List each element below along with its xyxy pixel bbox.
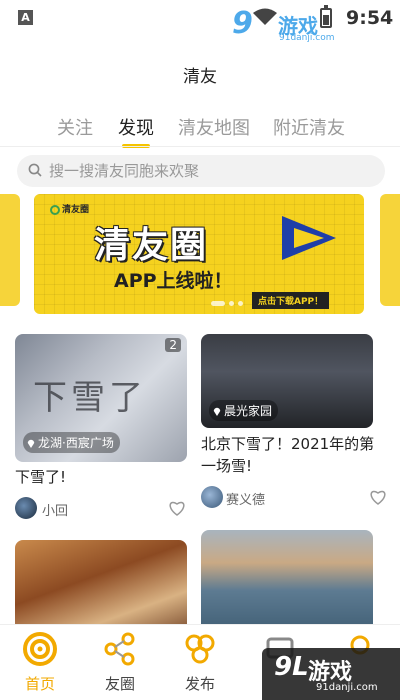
snow-writing-graphic: 下雪了: [33, 378, 147, 418]
location-pin-icon: [213, 407, 221, 416]
banner-slide[interactable]: 清友圈 清友圈 APP上线啦！ 点击下载APP！: [34, 194, 364, 314]
watermark-bottom: 9L 游戏 91danji.com: [262, 648, 400, 700]
tab-nearby[interactable]: 附近清友: [273, 114, 345, 140]
banner-logo-text: 清友圈: [62, 205, 90, 215]
feed-card[interactable]: 下雪了 2 龙湖·西宸广场 下雪了! 小回: [15, 334, 187, 524]
post-title[interactable]: 北京下雪了！2021年的第一场雪!: [201, 433, 385, 477]
station-photo[interactable]: 晨光家园: [201, 334, 373, 428]
carousel-dot: [229, 301, 234, 306]
location-tag[interactable]: 晨光家园: [209, 400, 279, 421]
banner-prev-slide[interactable]: [0, 194, 20, 306]
watermark-url: 91danji.com: [279, 33, 335, 43]
nav-label: 发布: [184, 675, 215, 693]
watermark-top: 9 游戏 91danji.com: [232, 6, 335, 46]
decorative-triangle-icon: [282, 216, 336, 260]
share-swirl-icon: [104, 632, 135, 666]
nav-home[interactable]: 首页: [0, 625, 80, 700]
banner-subline: APP上线啦！: [114, 270, 233, 292]
tab-friend-map[interactable]: 清友地图: [178, 114, 250, 140]
like-heart-icon[interactable]: [168, 500, 186, 516]
location-text: 龙湖·西宸广场: [38, 436, 114, 450]
location-pin-icon: [27, 439, 35, 448]
carousel-dot-active: [211, 301, 225, 306]
app-screen: A 9:54 9 游戏 91danji.com 清友 关注 发现 清友地图 附近…: [0, 0, 400, 700]
nav-publish[interactable]: 发布: [160, 625, 240, 700]
search-bar[interactable]: [17, 155, 385, 187]
watermark-url: 91danji.com: [316, 682, 378, 693]
carousel-dot: [238, 301, 243, 306]
page-title: 清友: [183, 67, 217, 87]
nav-friends[interactable]: 友圈: [80, 625, 160, 700]
divider: [0, 146, 400, 147]
tab-discover[interactable]: 发现: [118, 114, 154, 140]
publish-swirl-icon: [185, 634, 215, 664]
banner-next-slide[interactable]: [380, 194, 400, 306]
banner-carousel[interactable]: 清友圈 清友圈 APP上线啦！ 点击下载APP！: [0, 194, 400, 318]
avatar[interactable]: [201, 486, 223, 508]
snow-writing-photo[interactable]: 下雪了 2 龙湖·西宸广场: [15, 334, 187, 462]
nav-label: 友圈: [104, 675, 135, 693]
like-heart-icon[interactable]: [369, 489, 387, 505]
banner-headline: 清友圈: [94, 225, 209, 266]
search-input[interactable]: [49, 155, 369, 187]
status-bar: A 9:54: [0, 0, 400, 38]
watermark-number: 9: [232, 6, 253, 41]
avatar[interactable]: [15, 497, 37, 519]
tab-follow[interactable]: 关注: [57, 114, 93, 140]
nav-label: 首页: [24, 675, 55, 693]
carousel-dots: [211, 301, 261, 307]
post-title[interactable]: 下雪了!: [15, 466, 187, 488]
notification-icon: A: [18, 10, 33, 25]
image-count-badge: 2: [165, 338, 181, 352]
location-text: 晨光家园: [224, 404, 273, 418]
search-icon: [28, 163, 42, 177]
banner-logo: 清友圈: [50, 202, 89, 215]
tab-bar: 关注 发现 清友地图 附近清友: [0, 114, 400, 148]
logo-icon: [50, 204, 60, 215]
author-name[interactable]: 小回: [42, 500, 68, 519]
banner-download-cta[interactable]: 点击下载APP！: [252, 292, 330, 309]
watermark-number: 9L: [274, 652, 309, 682]
author-name[interactable]: 赛义德: [226, 489, 265, 508]
home-swirl-icon: [23, 632, 57, 666]
feed-card[interactable]: 晨光家园 北京下雪了！2021年的第一场雪! 赛义德: [201, 334, 387, 514]
status-time: 9:54: [346, 7, 394, 29]
location-tag[interactable]: 龙湖·西宸广场: [23, 432, 120, 453]
